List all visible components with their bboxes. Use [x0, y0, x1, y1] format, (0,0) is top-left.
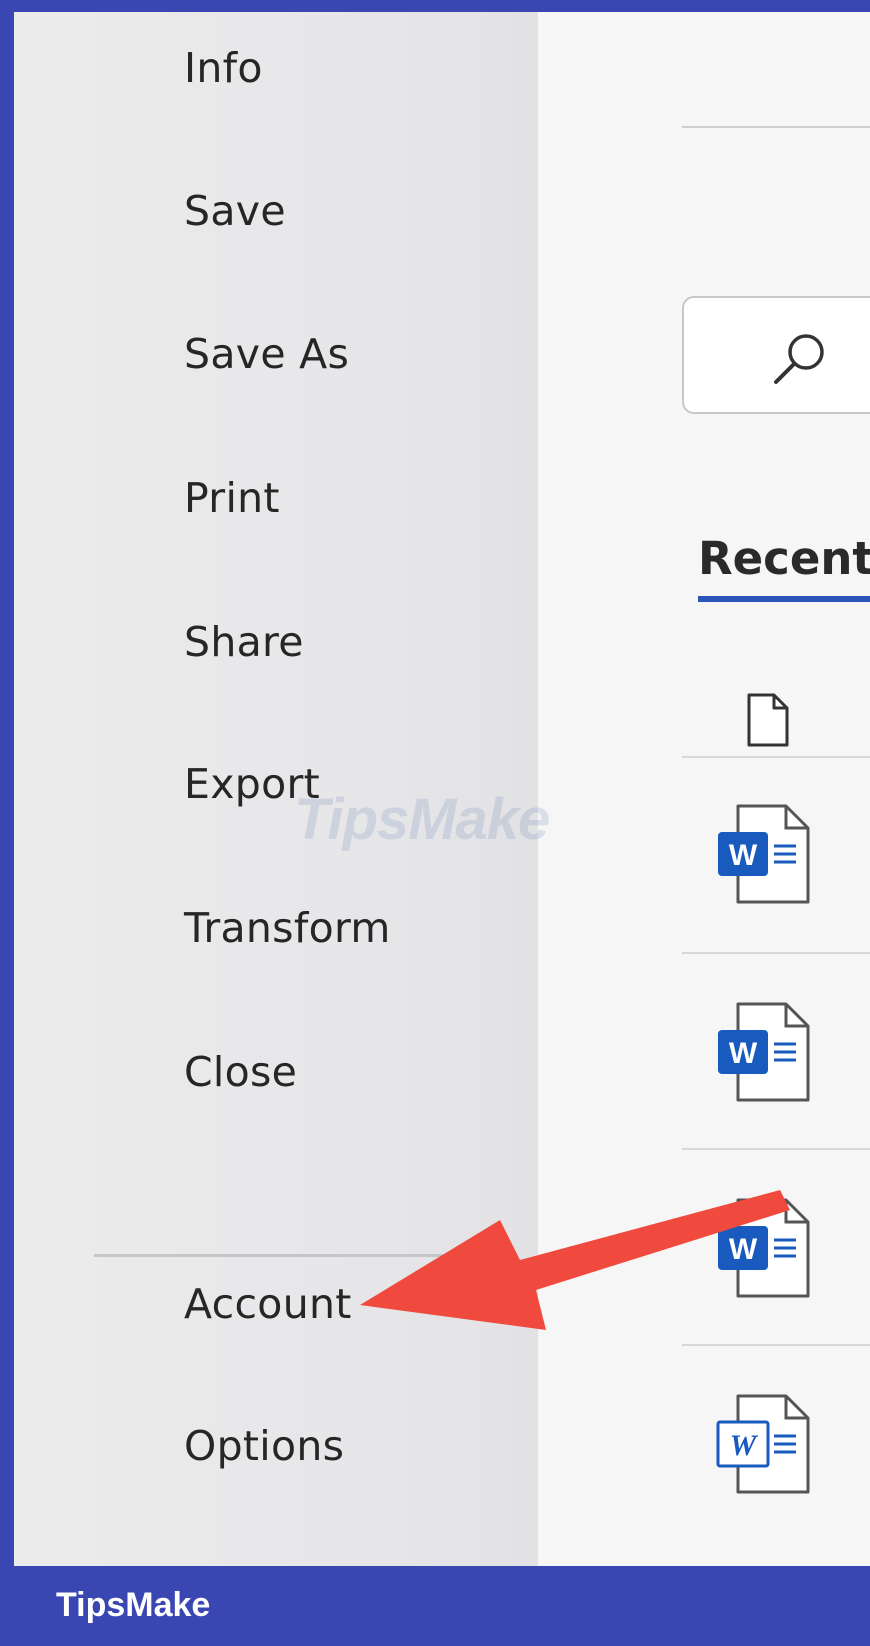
- file-icon: [747, 693, 789, 747]
- word-doc-icon[interactable]: W: [716, 1000, 812, 1104]
- footer-brand: TipsMake: [56, 1586, 211, 1624]
- search-icon: [774, 334, 824, 384]
- menu-item-print[interactable]: Print: [184, 474, 280, 522]
- list-divider: [682, 1148, 870, 1150]
- menu-item-share[interactable]: Share: [184, 618, 304, 666]
- tab-recent[interactable]: Recent: [698, 532, 870, 585]
- menu-item-close[interactable]: Close: [184, 1048, 297, 1096]
- menu-item-info[interactable]: Info: [184, 44, 263, 92]
- svg-text:W: W: [729, 1037, 758, 1070]
- svg-text:W: W: [729, 839, 758, 872]
- menu-item-save[interactable]: Save: [184, 187, 286, 235]
- search-box[interactable]: [682, 296, 870, 414]
- divider: [682, 126, 870, 128]
- menu-item-export[interactable]: Export: [184, 760, 320, 808]
- word-doc-icon[interactable]: W: [716, 1392, 812, 1496]
- red-arrow-annotation: [360, 1190, 790, 1330]
- menu-item-save-as[interactable]: Save As: [184, 330, 349, 378]
- footer-bar: TipsMake: [0, 1566, 870, 1646]
- list-divider: [682, 952, 870, 954]
- menu-item-transform[interactable]: Transform: [184, 904, 391, 952]
- svg-text:W: W: [730, 1429, 759, 1462]
- list-divider: [682, 756, 870, 758]
- menu-item-account[interactable]: Account: [184, 1280, 352, 1328]
- word-doc-icon[interactable]: W: [716, 802, 812, 906]
- menu-item-options[interactable]: Options: [184, 1422, 344, 1470]
- tab-active-indicator: [698, 596, 870, 602]
